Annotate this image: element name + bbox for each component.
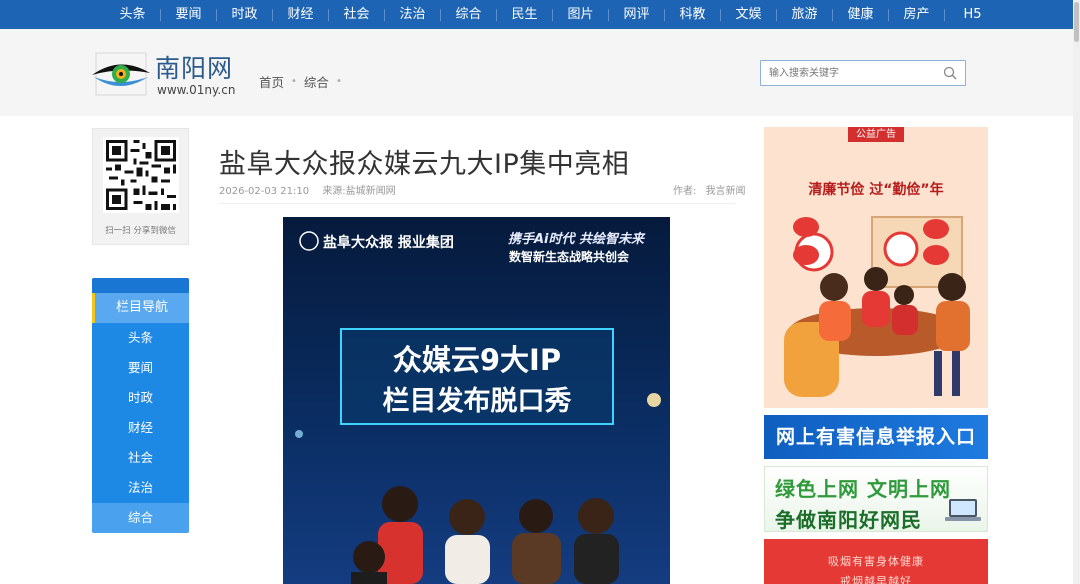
article-author: 作者: 我言新闻 [673,182,746,197]
green-internet-banner[interactable]: 绿色上网 文明上网 争做南阳好网民 [764,466,988,532]
poster-slogan-1: 携手Ai时代 共绘智未来 [508,231,646,247]
smoke-banner-line-2: 戒烟越早越好 [840,575,912,584]
top-nav-label: 科教 [679,7,706,22]
top-nav-label: H5 [963,7,982,22]
author-label: 作者: [673,186,697,197]
qr-caption: 扫一扫 分享到微信 [105,226,176,236]
top-nav-label: 文娱 [735,7,762,22]
breadcrumb-separator-icon: • [291,76,297,87]
column-nav-item[interactable]: 社会 [92,443,189,473]
family-dinner-illustration [764,127,988,408]
column-nav-item[interactable]: 时政 [92,383,189,413]
top-nav-item[interactable]: 民生 [497,0,553,29]
poster-org: 盐阜大众报 报业集团 [323,234,454,251]
top-nav-item[interactable]: 综合 [441,0,497,29]
top-nav-label: 旅游 [791,7,818,22]
article-title: 盐阜大众报众媒云九大IP集中亮相 [219,149,630,180]
breadcrumb: 首页 • 综合 • [259,72,349,91]
poster-org-logo-icon [299,231,319,251]
top-nav-item[interactable]: 健康 [833,0,889,29]
public-service-ad[interactable]: 公益广告 清廉节俭 过“勤俭”年 [764,127,988,408]
article-poster-image: 盐阜大众报 报业集团 携手Ai时代 共绘智未来 数智新生态战略共创会 众媒云9大… [283,217,670,584]
poster-slogan-2: 数智新生态战略共创会 [509,249,630,264]
green-banner-line-2: 争做南阳好网民 [775,508,922,532]
page-scrollbar[interactable] [1073,0,1080,584]
top-nav-label: 时政 [231,7,258,22]
top-nav-label: 社会 [343,7,370,22]
search-input[interactable] [769,61,939,85]
top-nav-item[interactable]: 图片 [553,0,609,29]
top-nav-item[interactable]: 时政 [217,0,273,29]
breadcrumb-category[interactable]: 综合 [304,72,329,91]
top-nav-item[interactable]: 网评 [609,0,665,29]
logo-name[interactable]: 南阳网 [155,49,233,85]
article-datetime: 2026-02-03 21:10 [219,186,310,197]
laptop-icon [945,499,981,521]
top-nav-label: 健康 [847,7,874,22]
top-nav-item[interactable]: 财经 [273,0,329,29]
article-divider [219,203,735,204]
column-navigation: 栏目导航 头条 要闻 时政 财经 社会 法治 综合 [92,278,189,533]
ad-badge: 公益广告 [848,127,904,142]
ad-slogan: 清廉节俭 过“勤俭”年 [808,182,944,198]
top-nav-label: 财经 [287,7,314,22]
top-nav-label: 综合 [455,7,482,22]
column-nav-items: 头条 要闻 时政 财经 社会 法治 综合 [92,323,189,533]
author-name: 我言新闻 [705,186,746,197]
top-nav-item[interactable]: 房产 [889,0,945,29]
column-nav-title: 栏目导航 [92,293,189,323]
top-nav-label: 民生 [511,7,538,22]
site-header: 南阳网 www.01ny.cn 首页 • 综合 • [0,29,1080,116]
top-nav-label: 房产 [903,7,930,22]
smoke-banner-line-1: 吸烟有害身体健康 [828,555,924,568]
top-nav-item[interactable]: 旅游 [777,0,833,29]
breadcrumb-home[interactable]: 首页 [259,72,284,91]
top-nav-item[interactable]: 社会 [329,0,385,29]
top-navigation: 头条 要闻 时政 财经 社会 法治 综合 民生 图片 网评 科教 文娱 旅游 健康 房产 H5 [0,0,1080,29]
column-nav-item[interactable]: 头条 [92,323,189,353]
article-source: 来源:盐城新闻网 [322,186,396,197]
green-banner-line-1: 绿色上网 文明上网 [775,477,951,501]
top-nav-list: 头条 要闻 时政 财经 社会 法治 综合 民生 图片 网评 科教 文娱 旅游 健康 房产 H5 [105,0,1000,29]
qr-share-box: 扫一扫 分享到微信 [92,128,189,245]
top-nav-label: 图片 [567,7,594,22]
poster-graphic: 盐阜大众报 报业集团 携手Ai时代 共绘智未来 数智新生态战略共创会 众媒云9大… [295,231,661,584]
logo-url[interactable]: www.01ny.cn [157,83,235,97]
breadcrumb-separator-icon: • [335,76,342,87]
column-nav-item[interactable]: 财经 [92,413,189,443]
scrollbar-thumb[interactable] [1074,2,1079,42]
top-nav-item[interactable]: 文娱 [721,0,777,29]
qr-code-icon [103,137,179,213]
top-nav-item[interactable]: 法治 [385,0,441,29]
search-icon[interactable] [943,66,957,80]
column-nav-item[interactable]: 综合 [92,503,189,533]
top-nav-label: 头条 [119,7,146,22]
column-nav-top-strip [92,278,189,293]
top-nav-label: 网评 [623,7,650,22]
poster-headline-1: 众媒云9大IP [393,343,561,377]
top-nav-label: 要闻 [175,7,202,22]
search-box [760,60,966,86]
column-nav-item[interactable]: 法治 [92,473,189,503]
harmful-info-report-banner[interactable]: 网上有害信息举报入口 [764,415,988,459]
column-nav-item[interactable]: 要闻 [92,353,189,383]
top-nav-item[interactable]: 科教 [665,0,721,29]
no-smoking-banner[interactable]: 吸烟有害身体健康 戒烟越早越好 [764,539,988,584]
eye-logo-icon[interactable] [90,51,152,97]
top-nav-item[interactable]: H5 [945,0,1000,29]
poster-headline-2: 栏目发布脱口秀 [383,385,572,417]
top-nav-item[interactable]: 要闻 [161,0,217,29]
top-nav-label: 法治 [399,7,426,22]
top-nav-item[interactable]: 头条 [105,0,161,29]
article-meta: 2026-02-03 21:10 来源:盐城新闻网 [219,182,396,197]
poster-hosts-illustration [351,486,619,584]
